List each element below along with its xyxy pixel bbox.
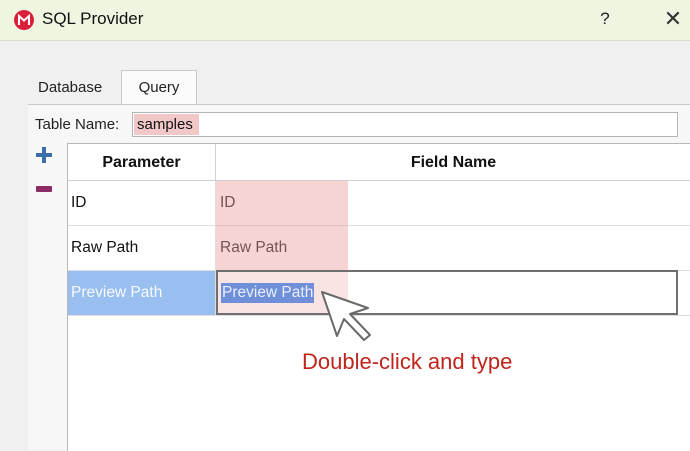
tab-divider: [28, 104, 690, 105]
table-name-input[interactable]: samples: [132, 112, 678, 137]
parameter-cell[interactable]: Raw Path: [68, 226, 216, 270]
table-name-label: Table Name:: [35, 116, 120, 133]
window-title: SQL Provider: [42, 9, 144, 28]
parameter-cell[interactable]: ID: [68, 181, 216, 225]
table-row[interactable]: ID ID: [68, 181, 690, 226]
field-name-editor-text: Preview Path: [221, 283, 315, 303]
annotation-text: Double-click and type: [302, 349, 513, 374]
field-name-editor[interactable]: Preview Path: [216, 270, 678, 315]
parameter-grid: Parameter Field Name ID ID Raw Path Raw …: [67, 143, 690, 451]
table-name-value: samples: [134, 114, 199, 135]
mouse-pointer-icon: [321, 291, 371, 341]
parameter-cell[interactable]: Preview Path: [68, 271, 216, 315]
app-icon: [14, 10, 34, 30]
tab-query[interactable]: Query: [121, 70, 197, 105]
minus-icon[interactable]: [36, 186, 52, 192]
title-bar: SQL Provider ? ✕: [0, 0, 690, 41]
column-header-parameter[interactable]: Parameter: [68, 144, 216, 181]
column-header-field-name[interactable]: Field Name: [216, 144, 690, 181]
table-row[interactable]: Raw Path Raw Path: [68, 226, 690, 271]
close-button[interactable]: ✕: [660, 6, 686, 32]
tab-database[interactable]: Database: [38, 79, 102, 96]
plus-icon[interactable]: [36, 147, 52, 163]
help-button[interactable]: ?: [592, 6, 618, 32]
